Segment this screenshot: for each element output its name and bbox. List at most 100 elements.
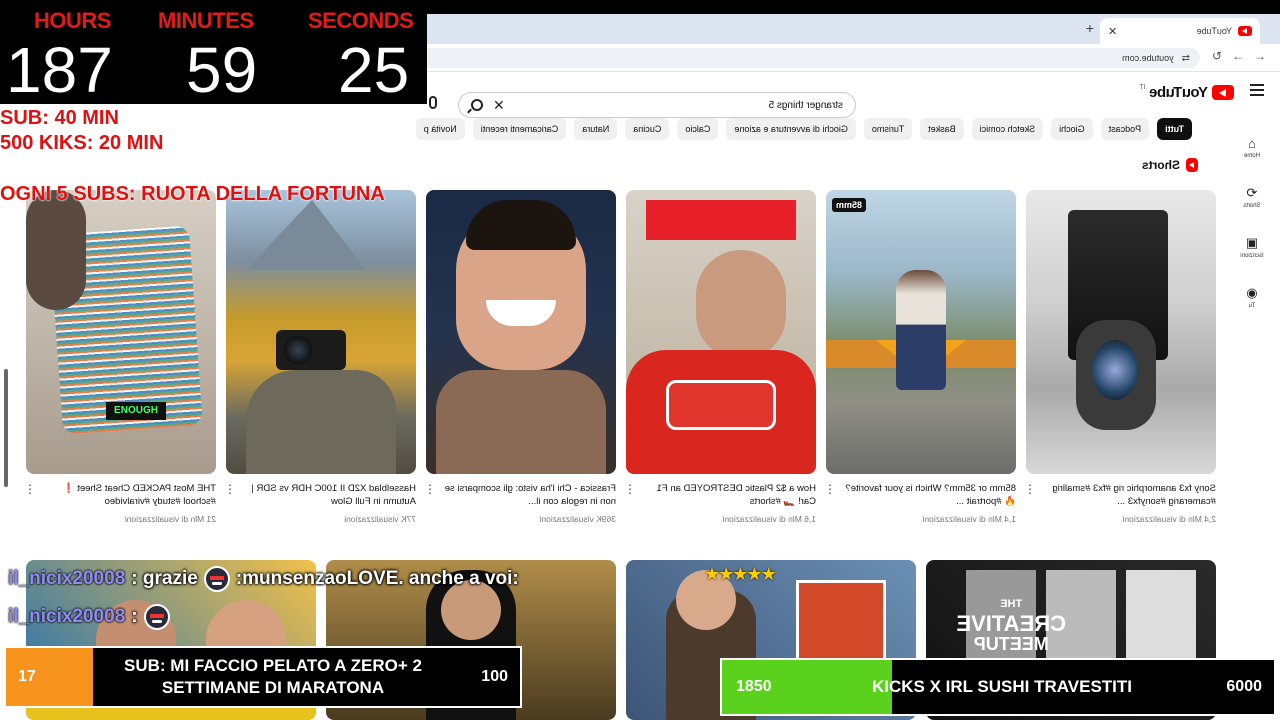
chat-text: :munsenzaoLOVE. anche a voi: <box>235 568 519 589</box>
short-thumbnail[interactable]: ENOUGH <box>26 190 216 474</box>
emote-icon <box>203 566 230 592</box>
more-options-icon[interactable]: ⋮ <box>224 482 236 524</box>
rule-wheel: OGNI 5 SUBS: RUOTA DELLA FORTUNA <box>0 183 385 205</box>
shorts-section-header: Shorts <box>1142 158 1198 172</box>
chat-message: il_nicix20008 : <box>8 604 170 630</box>
chip[interactable]: Calcio <box>677 118 719 140</box>
site-settings-icon[interactable]: ⇆ <box>1182 53 1190 64</box>
youtube-logo-text: YouTube <box>1149 84 1208 101</box>
chat-text: : grazie <box>131 568 198 589</box>
shorts-title: Shorts <box>1141 158 1180 172</box>
tab-youtube[interactable]: YouTube ✕ <box>1100 18 1260 44</box>
search-box[interactable]: stranger things 5 ✕ <box>458 92 856 118</box>
back-icon[interactable]: ← <box>1254 49 1266 63</box>
creative-meetup-text: THE CREATIVE MEETUP <box>956 598 1066 654</box>
shorts-icon: ⟲ <box>1246 185 1258 200</box>
browser-window: YouTube ✕ + ← → ↻ ⇆ youtube.com YouTube … <box>0 14 1280 720</box>
short-card[interactable]: How a $2 Plastic DESTROYED an F1 Car! 🏎️… <box>624 190 816 524</box>
youtube-play-icon <box>1212 85 1234 100</box>
short-views: 21 Mln di visualizzazioni <box>124 514 216 524</box>
sidebar-item-home[interactable]: ⌂ Home <box>1224 136 1280 160</box>
short-title[interactable]: Hasselblad X2D II 100C HDR vs SDR | Autu… <box>240 482 416 508</box>
short-views: 1,6 Mln di visualizzazioni <box>722 514 816 524</box>
more-options-icon[interactable]: ⋮ <box>824 482 836 524</box>
short-thumbnail[interactable] <box>226 190 416 474</box>
short-thumbnail[interactable] <box>1026 190 1216 474</box>
sidebar-item-you[interactable]: ◉ Tu <box>1224 285 1280 309</box>
short-thumbnail[interactable] <box>426 190 616 474</box>
microphone-icon[interactable] <box>429 96 437 109</box>
chip[interactable]: Novità p <box>415 118 465 140</box>
forward-icon[interactable]: → <box>1232 49 1244 63</box>
new-tab-icon[interactable]: + <box>1086 20 1094 36</box>
chip[interactable]: Giochi <box>1051 118 1093 140</box>
sidebar-item-subscriptions[interactable]: ▣ Iscrizioni <box>1224 235 1280 259</box>
more-options-icon[interactable]: ⋮ <box>1024 482 1036 524</box>
chat-username: il_nicix20008 <box>8 606 126 627</box>
short-card[interactable]: Sony fx3 anamorphic rig #fx3 #smallrig #… <box>1024 190 1216 524</box>
short-card[interactable]: Hasselblad X2D II 100C HDR vs SDR | Autu… <box>224 190 416 524</box>
chip-all[interactable]: Tutti <box>1157 118 1192 140</box>
close-icon[interactable]: ✕ <box>1108 25 1117 38</box>
sub-goal-target: 100 <box>481 668 508 685</box>
sidebar: ⌂ Home ⟲ Shorts ▣ Iscrizioni ◉ Tu <box>1224 116 1280 516</box>
short-title[interactable]: How a $2 Plastic DESTROYED an F1 Car! 🏎️… <box>640 482 816 508</box>
chat-message: il_nicix20008 : grazie :munsenzaoLOVE. a… <box>8 566 519 592</box>
short-views: 1,4 Mln di visualizzazioni <box>922 514 1016 524</box>
short-title[interactable]: Frassica - Chi l'ha visto: gli scomparsi… <box>440 482 616 508</box>
chip[interactable]: Turismo <box>863 118 913 140</box>
sidebar-label: Shorts <box>1243 203 1261 209</box>
emote-icon <box>143 604 170 630</box>
search-input[interactable]: stranger things 5 <box>515 100 844 111</box>
scrollbar[interactable] <box>4 369 8 487</box>
chat-username: il_nicix20008 <box>8 568 126 589</box>
search-icon[interactable] <box>471 99 483 111</box>
more-options-icon[interactable]: ⋮ <box>24 482 36 524</box>
menu-icon[interactable] <box>1250 84 1264 96</box>
sidebar-label: Iscrizioni <box>1240 253 1264 259</box>
tab-title: YouTube <box>1196 26 1232 36</box>
chip[interactable]: Caricamenti recenti <box>472 118 567 140</box>
chip[interactable]: Natura <box>574 118 618 140</box>
sidebar-item-shorts[interactable]: ⟲ Shorts <box>1224 185 1280 209</box>
kicks-goal-current: 1850 <box>736 678 772 695</box>
short-card[interactable]: 85mm 85mm or 35mm? Which is your favorit… <box>824 190 1016 524</box>
minutes-value: 59 <box>186 34 258 106</box>
kicks-goal-target: 6000 <box>1226 678 1262 695</box>
short-views: 369K visualizzazioni <box>539 514 616 524</box>
shorts-logo-icon <box>1186 158 1198 172</box>
chip[interactable]: Sketch comici <box>971 118 1044 140</box>
country-code: IT <box>1139 84 1146 91</box>
short-title[interactable]: Sony fx3 anamorphic rig #fx3 #smallrig #… <box>1040 482 1216 508</box>
rule-sub: SUB: 40 MIN <box>0 107 119 129</box>
clear-search-icon[interactable]: ✕ <box>493 97 505 114</box>
short-title[interactable]: 85mm or 35mm? Which is your favorite? 🔥 … <box>840 482 1016 508</box>
filter-chips: Tutti Podcast Giochi Sketch comici Baske… <box>92 118 1192 142</box>
rule-kicks: 500 KIKS: 20 MIN <box>0 132 164 154</box>
short-thumbnail[interactable] <box>626 190 816 474</box>
reload-icon[interactable]: ↻ <box>1212 49 1222 63</box>
subscriptions-icon: ▣ <box>1245 235 1259 250</box>
sidebar-label: Tu <box>1248 303 1256 309</box>
hours-value: 187 <box>6 34 113 106</box>
short-card[interactable]: Frassica - Chi l'ha visto: gli scomparsi… <box>424 190 616 524</box>
seconds-value: 25 <box>338 34 410 106</box>
short-card[interactable]: ENOUGH THE Most PACKED Cheat Sheet ❗ #sc… <box>24 190 216 524</box>
chip[interactable]: Giochi di avventura e azione <box>726 118 856 140</box>
chip[interactable]: Basket <box>920 118 964 140</box>
sub-goal-current: 17 <box>18 668 36 685</box>
rating-stars: ★★★★★ <box>706 564 777 584</box>
hours-label: HOURS <box>34 8 111 33</box>
short-title[interactable]: THE Most PACKED Cheat Sheet ❗ #school #s… <box>40 482 216 508</box>
short-thumbnail[interactable]: 85mm <box>826 190 1016 474</box>
youtube-favicon-icon <box>1238 26 1252 36</box>
mirrored-content: YouTube ✕ + ← → ↻ ⇆ youtube.com YouTube … <box>0 14 1280 720</box>
chip[interactable]: Podcast <box>1100 118 1150 140</box>
youtube-logo[interactable]: YouTube IT <box>1139 84 1234 101</box>
short-views: 2,4 Mln di visualizzazioni <box>1122 514 1216 524</box>
seconds-label: SECONDS <box>308 8 414 33</box>
short-badge: 85mm <box>832 198 867 212</box>
more-options-icon[interactable]: ⋮ <box>624 482 636 524</box>
more-options-icon[interactable]: ⋮ <box>424 482 436 524</box>
chip[interactable]: Cucina <box>625 118 670 140</box>
